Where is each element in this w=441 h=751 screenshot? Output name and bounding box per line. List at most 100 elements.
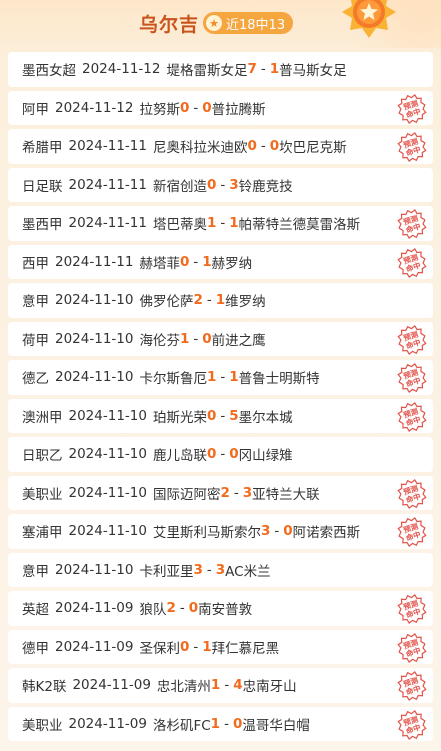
match-row[interactable]: 荷甲 2024-11-10 海伦芬 1-0 前进之鹰 预测 命中 (8, 321, 433, 356)
score-separator: - (274, 523, 280, 540)
match-away-team: 南安普敦 (198, 602, 253, 619)
match-row[interactable]: 美职业 2024-11-10 国际迈阿密 2-3 亚特兰大联 预测 命中 (8, 475, 433, 510)
prediction-hit-stamp-icon: 预测命中 (397, 671, 427, 701)
score-separator: - (206, 561, 212, 578)
match-league: 美职业 (22, 486, 63, 503)
match-home-team: 艾里斯利马斯索尔 (152, 525, 261, 542)
match-row[interactable]: 阿甲 2024-11-12 拉努斯 0-0 普拉腾斯 预测 命中 (8, 90, 433, 125)
record-text: 近18中13 (226, 17, 286, 33)
match-away-score: 0 (283, 523, 293, 540)
match-home-score: 0 (206, 176, 217, 193)
score-separator: - (260, 138, 266, 155)
match-row[interactable]: 德甲 2024-11-09 圣保利 0-1 拜仁慕尼黑 预测 命中 (8, 629, 433, 664)
match-home-score: 2 (220, 484, 230, 501)
match-row[interactable]: 意甲 2024-11-10 佛罗伦萨 2-1 维罗纳 (8, 283, 433, 318)
match-league: 意甲 (22, 563, 49, 580)
match-league: 意甲 (22, 294, 49, 311)
match-away-score: 0 (202, 330, 212, 347)
match-row[interactable]: 墨西甲 2024-11-11 塔巴蒂奥 1-1 帕蒂特兰德莫雷洛斯 预测 命中 (8, 206, 433, 241)
star-icon: ★ (206, 15, 222, 31)
match-away-team: 亚特兰大联 (252, 486, 320, 503)
match-away-team: 阿诺索西斯 (292, 525, 361, 542)
match-home-score: 0 (179, 99, 190, 116)
match-row[interactable]: 日职乙 2024-11-10 鹿儿岛联 0-0 冈山绿雉 (8, 437, 433, 472)
match-away-team: 坎巴尼克斯 (279, 140, 347, 157)
match-away-team: 维罗纳 (225, 294, 266, 311)
match-home-team: 忠北清州 (156, 679, 211, 696)
match-home-team: 鹿儿岛联 (152, 448, 207, 465)
match-home-score: 7 (247, 61, 257, 78)
match-away-team: 冈山绿雉 (238, 448, 293, 465)
match-home-score: 3 (193, 561, 203, 578)
match-date: 2024-11-10 (55, 561, 134, 578)
match-row[interactable]: 塞浦甲 2024-11-10 艾里斯利马斯索尔 3-0 阿诺索西斯 预测 命中 (8, 514, 433, 549)
match-row[interactable]: 英超 2024-11-09 狼队 2-0 南安普敦 预测 命中 (8, 591, 433, 626)
match-league: 德乙 (22, 371, 49, 388)
score-separator: - (193, 99, 199, 116)
match-row[interactable]: 墨西女超 2024-11-12 堤格雷斯女足 7-1 普马斯女足 (8, 52, 433, 87)
match-league: 美职业 (22, 717, 63, 734)
match-away-team: 赫罗纳 (211, 255, 253, 272)
score-separator: - (220, 176, 226, 193)
score-separator: - (233, 484, 239, 501)
match-away-team: AC米兰 (225, 563, 271, 580)
match-home-team: 卡利亚里 (139, 563, 194, 580)
match-date: 2024-11-10 (68, 407, 147, 424)
match-away-score: 3 (215, 561, 226, 578)
prediction-hit-stamp-icon: 预测命中 (397, 517, 427, 547)
match-date: 2024-11-09 (55, 600, 134, 617)
match-home-team: 堤格雷斯女足 (166, 63, 248, 80)
match-home-score: 0 (247, 138, 257, 155)
match-home-team: 卡尔斯鲁厄 (139, 371, 207, 388)
match-row[interactable]: 意甲 2024-11-10 卡利亚里 3-3 AC米兰 (8, 552, 433, 587)
match-date: 2024-11-10 (68, 484, 147, 501)
match-away-score: 1 (202, 638, 212, 655)
match-league: 阿甲 (22, 101, 49, 118)
prediction-hit-stamp-icon: 预测命中 (397, 401, 427, 432)
match-home-team: 塔巴蒂奥 (152, 217, 207, 234)
match-date: 2024-11-10 (68, 446, 147, 463)
match-home-score: 0 (179, 253, 190, 270)
match-home-team: 拉努斯 (139, 101, 180, 118)
match-date: 2024-11-10 (55, 369, 134, 386)
match-date: 2024-11-09 (68, 715, 147, 732)
match-away-score: 5 (229, 407, 239, 424)
match-league: 希腊甲 (22, 140, 63, 157)
match-home-score: 2 (166, 600, 176, 617)
score-separator: - (224, 677, 230, 694)
score-separator: - (179, 600, 185, 617)
match-away-score: 0 (269, 138, 280, 155)
score-separator: - (220, 215, 226, 232)
match-home-team: 洛杉矶FC (152, 717, 211, 734)
prediction-hit-stamp-icon: 预测命中 (397, 93, 427, 124)
match-date: 2024-11-11 (68, 215, 147, 232)
prediction-hit-stamp-icon: 预测命中 (397, 709, 427, 740)
record-badge: ★ 近18中13 (203, 12, 294, 34)
match-league: 荷甲 (22, 332, 49, 349)
match-row[interactable]: 德乙 2024-11-10 卡尔斯鲁厄 1-1 普鲁士明斯特 预测 命中 (8, 360, 433, 395)
score-separator: - (220, 407, 226, 424)
match-row[interactable]: 日足联 2024-11-11 新宿创造 0-3 铃鹿竞技 (8, 167, 433, 202)
match-league: 墨西甲 (22, 217, 63, 234)
match-away-score: 3 (229, 176, 239, 193)
match-row[interactable]: 澳洲甲 2024-11-10 珀斯光荣 0-5 墨尔本城 预测 命中 (8, 398, 433, 433)
match-row[interactable]: 西甲 2024-11-11 赫塔菲 0-1 赫罗纳 预测 命中 (8, 244, 433, 279)
match-league: 澳洲甲 (22, 409, 63, 426)
match-home-score: 2 (193, 292, 203, 309)
match-row[interactable]: 韩K2联 2024-11-09 忠北清州 1-4 忠南牙山 预测 命中 (8, 668, 433, 703)
match-date: 2024-11-09 (55, 638, 134, 655)
prediction-hit-stamp-icon: 预测命中 (397, 594, 427, 624)
score-separator: - (220, 369, 226, 386)
match-league: 塞浦甲 (22, 525, 63, 542)
match-away-team: 铃鹿竞技 (238, 178, 293, 195)
match-date: 2024-11-12 (82, 61, 161, 78)
match-away-score: 3 (242, 484, 253, 501)
match-date: 2024-11-11 (68, 176, 147, 193)
match-home-team: 狼队 (139, 602, 167, 619)
match-row[interactable]: 希腊甲 2024-11-11 尼奥科拉米迪欧 0-0 坎巴尼克斯 预测 命中 (8, 129, 433, 164)
match-home-score: 0 (206, 407, 217, 424)
match-row[interactable]: 美职业 2024-11-09 洛杉矶FC 1-0 温哥华白帽 预测 命中 (8, 706, 433, 741)
prediction-hit-stamp-icon: 预测命中 (397, 132, 427, 162)
match-home-team: 国际迈阿密 (152, 486, 221, 503)
match-date: 2024-11-09 (72, 677, 151, 694)
